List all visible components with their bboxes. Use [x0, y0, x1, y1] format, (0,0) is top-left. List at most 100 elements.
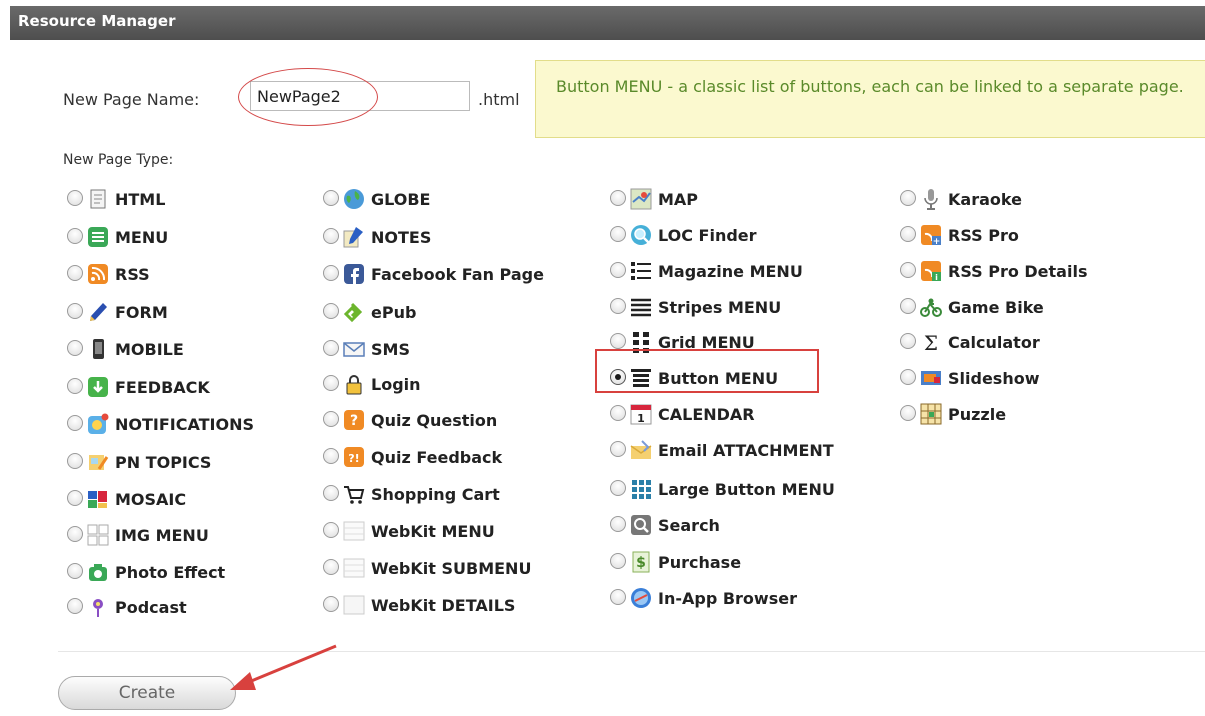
html-page-icon: [87, 188, 109, 210]
page-type-label-text: Shopping Cart: [371, 485, 500, 504]
button-menu-icon: [630, 367, 652, 389]
page-type-label-text: Stripes MENU: [658, 298, 782, 317]
page-type-label: New Page Type:: [63, 152, 174, 168]
shopping-cart-icon: [343, 483, 365, 505]
page-type-radio[interactable]: [323, 375, 339, 391]
email-attachment-icon: [630, 439, 652, 461]
menu-list-icon: [87, 226, 109, 248]
globe-icon: [343, 188, 365, 210]
page-type-label-text: FORM: [115, 303, 168, 322]
page-type-label-text: FEEDBACK: [115, 378, 210, 397]
page-type-radio[interactable]: [67, 378, 83, 394]
podcast-icon: [87, 596, 109, 618]
search-icon: [630, 514, 652, 536]
page-type-radio[interactable]: [67, 598, 83, 614]
page-type-label-text: IMG MENU: [115, 526, 209, 545]
page-type-radio[interactable]: [67, 453, 83, 469]
page-type-radio[interactable]: [900, 226, 916, 242]
rss-pro-details-icon: i: [920, 260, 942, 282]
page-type-radio[interactable]: [323, 340, 339, 356]
page-type-radio[interactable]: [67, 265, 83, 281]
page-type-radio[interactable]: [610, 190, 626, 206]
svg-text:1: 1: [637, 412, 645, 425]
page-type-label-text: Puzzle: [948, 405, 1007, 424]
page-type-label-text: Facebook Fan Page: [371, 265, 544, 284]
game-bike-icon: [920, 296, 942, 318]
page-type-radio[interactable]: [323, 559, 339, 575]
page-type-radio[interactable]: [67, 415, 83, 431]
page-type-radio[interactable]: [610, 226, 626, 242]
extension-label: .html: [478, 90, 520, 109]
page-type-radio[interactable]: [67, 303, 83, 319]
page-type-radio[interactable]: [323, 485, 339, 501]
page-type-radio[interactable]: [900, 262, 916, 278]
page-type-radio[interactable]: [67, 190, 83, 206]
page-type-radio[interactable]: [610, 553, 626, 569]
map-icon: [630, 188, 652, 210]
page-type-radio[interactable]: [323, 522, 339, 538]
page-type-radio[interactable]: [900, 190, 916, 206]
page-type-radio[interactable]: [323, 448, 339, 464]
svg-text:?: ?: [350, 413, 358, 429]
webkit-submenu-icon: [343, 557, 365, 579]
svg-text:Σ: Σ: [924, 331, 938, 353]
page-name-label: New Page Name:: [63, 90, 200, 109]
page-type-radio[interactable]: [323, 596, 339, 612]
image-grid-icon: [87, 524, 109, 546]
create-button[interactable]: Create: [58, 676, 236, 710]
page-type-radio[interactable]: [610, 589, 626, 605]
page-type-radio[interactable]: [610, 298, 626, 314]
page-type-radio[interactable]: [610, 333, 626, 349]
webkit-menu-icon: [343, 520, 365, 542]
quiz-feedback-icon: ?!: [343, 446, 365, 468]
feedback-download-icon: [87, 376, 109, 398]
page-type-radio[interactable]: [323, 265, 339, 281]
annotation-arrow: [230, 644, 337, 690]
large-button-menu-icon: [630, 478, 652, 500]
page-type-label-text: Karaoke: [948, 190, 1022, 209]
pencil-icon: [87, 301, 109, 323]
page-type-label-text: Quiz Feedback: [371, 448, 503, 467]
page-type-radio[interactable]: [323, 303, 339, 319]
page-type-label-text: Podcast: [115, 598, 187, 617]
page-type-label-text: WebKit DETAILS: [371, 596, 516, 615]
page-type-radio[interactable]: [323, 190, 339, 206]
page-type-radio[interactable]: [610, 480, 626, 496]
page-type-radio[interactable]: [610, 441, 626, 457]
page-type-radio[interactable]: [67, 228, 83, 244]
page-type-radio[interactable]: [323, 228, 339, 244]
page-type-label-text: RSS Pro Details: [948, 262, 1088, 281]
page-type-label-text: MOSAIC: [115, 490, 187, 509]
mobile-phone-icon: [87, 338, 109, 360]
page-type-label-text: Photo Effect: [115, 563, 226, 582]
page-type-radio[interactable]: [900, 369, 916, 385]
page-type-radio[interactable]: [67, 563, 83, 579]
page-type-label-text: Search: [658, 516, 720, 535]
page-type-radio[interactable]: [67, 490, 83, 506]
page-type-label-text: Email ATTACHMENT: [658, 441, 834, 460]
page-type-radio[interactable]: [610, 516, 626, 532]
page-type-radio[interactable]: [900, 405, 916, 421]
page-type-radio[interactable]: [610, 405, 626, 421]
page-type-label-text: WebKit MENU: [371, 522, 495, 541]
rss-pro-icon: +: [920, 224, 942, 247]
page-type-radio[interactable]: [900, 333, 916, 349]
page-type-label-text: ePub: [371, 303, 417, 322]
quiz-question-icon: ?: [343, 409, 365, 431]
page-type-label-text: HTML: [115, 190, 166, 209]
epub-icon: [343, 301, 365, 323]
pn-topics-icon: [87, 451, 109, 473]
page-type-label-text: MENU: [115, 228, 169, 247]
page-type-label-text: RSS: [115, 265, 150, 284]
page-type-radio[interactable]: [900, 298, 916, 314]
stripes-menu-icon: [630, 296, 652, 318]
page-type-label-text: Magazine MENU: [658, 262, 803, 281]
page-type-label-text: SMS: [371, 340, 410, 359]
page-type-radio[interactable]: [610, 262, 626, 278]
page-name-input[interactable]: [250, 81, 470, 111]
page-type-radio[interactable]: [67, 526, 83, 542]
page-type-radio[interactable]: [610, 369, 626, 385]
page-type-label-text: PN TOPICS: [115, 453, 212, 472]
page-type-radio[interactable]: [323, 411, 339, 427]
page-type-radio[interactable]: [67, 340, 83, 356]
